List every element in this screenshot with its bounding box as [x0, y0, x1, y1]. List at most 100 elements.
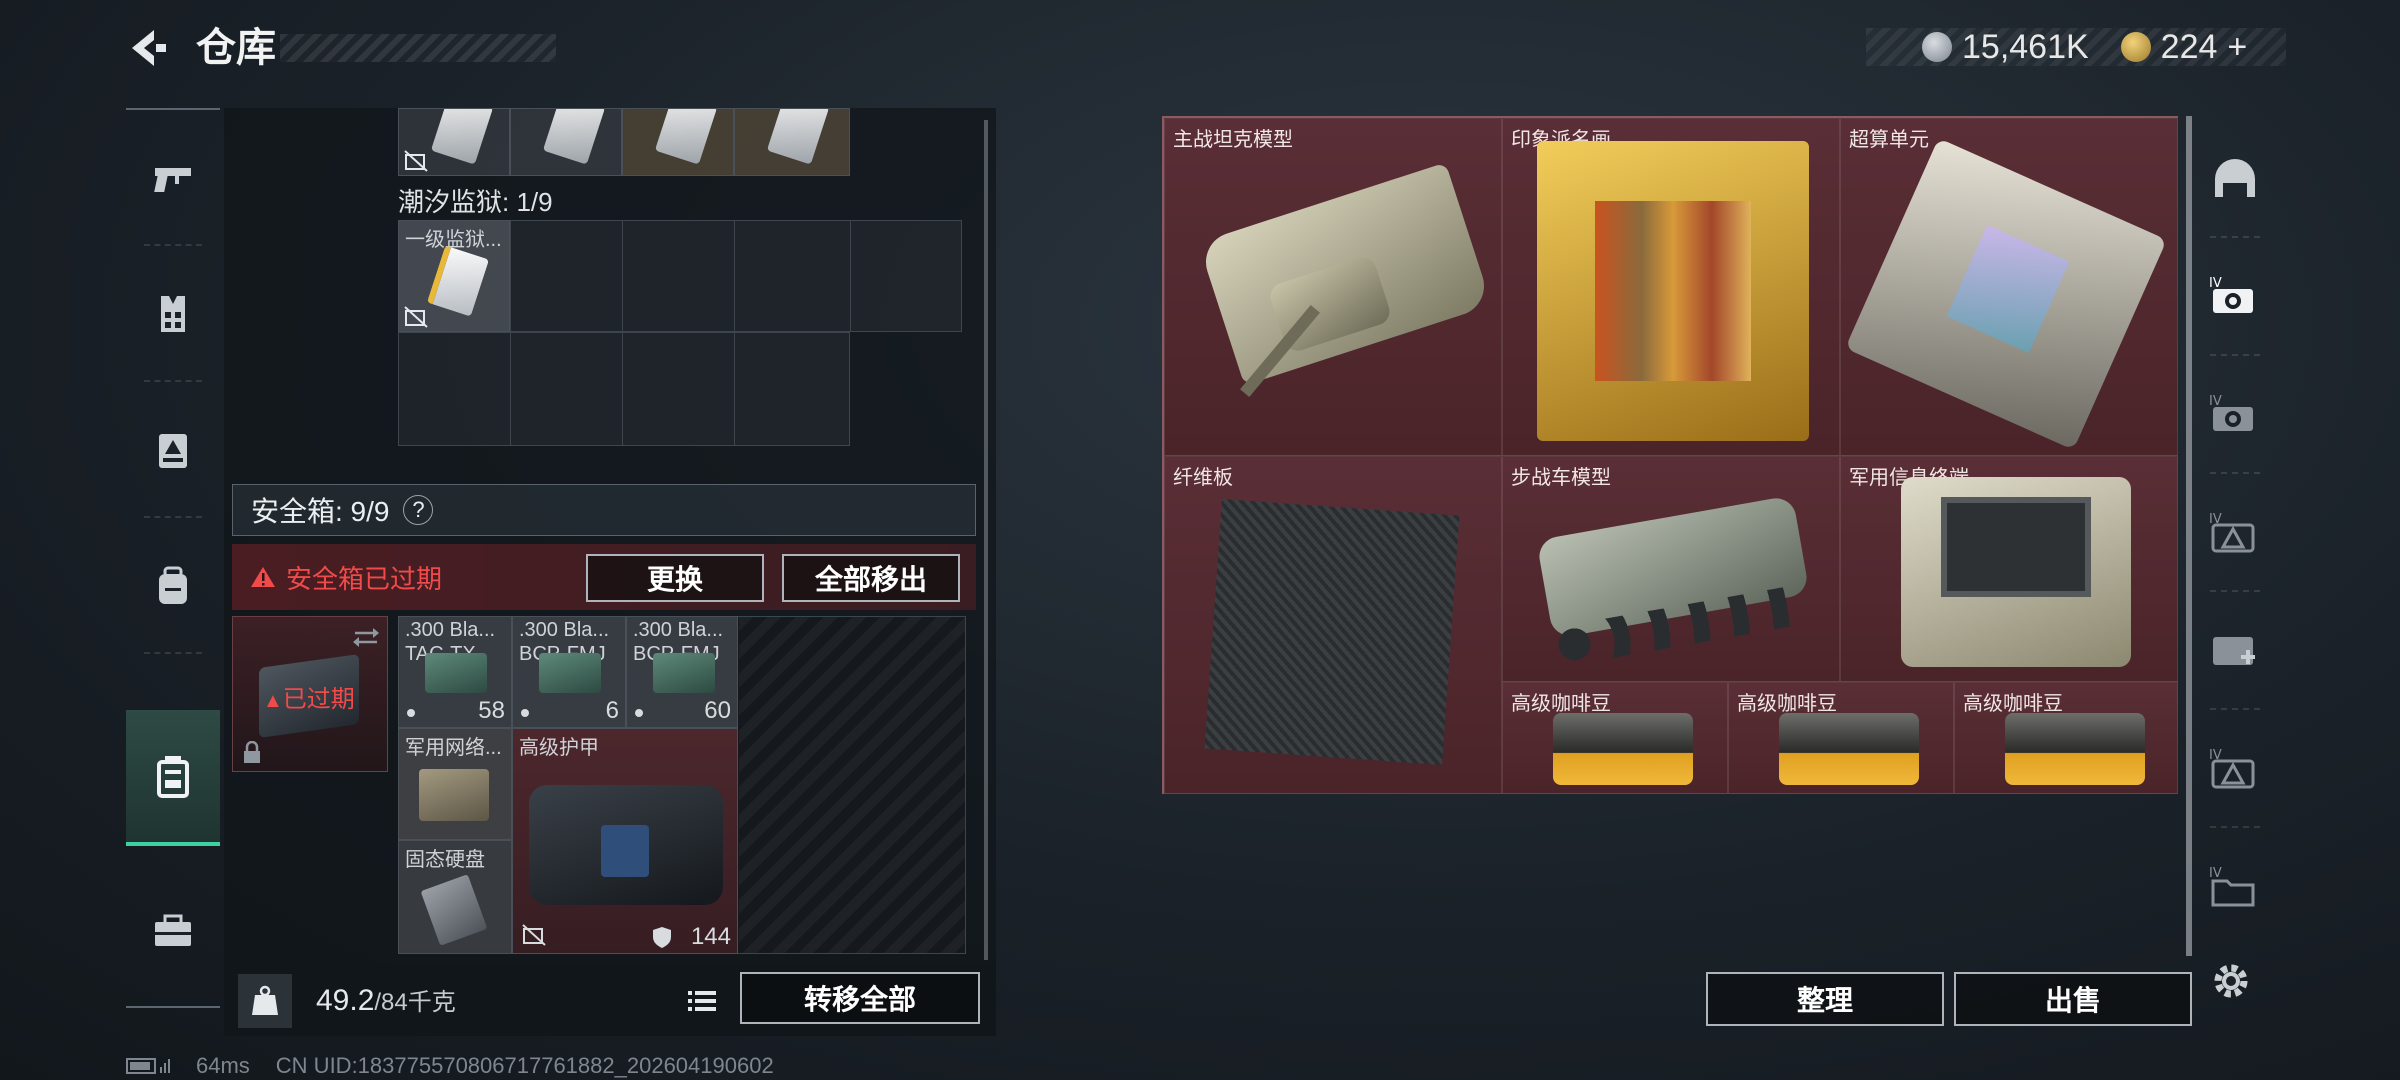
- stash-item-supercomputer-unit[interactable]: 超算单元: [1840, 118, 2178, 456]
- uid-readout: CN UID:1837755708067177618​82_2026041906…: [275, 1053, 774, 1078]
- prison-keycard-item[interactable]: 一级监狱...: [398, 220, 510, 332]
- armor-durability: 144: [690, 923, 731, 950]
- filter-tier4-optics[interactable]: IV: [2200, 238, 2270, 356]
- item-name: 主战坦克模型: [1173, 129, 1293, 151]
- keycard-item[interactable]: [622, 108, 734, 176]
- no-trade-icon: [404, 150, 428, 172]
- item-name: 高级护甲: [519, 737, 599, 759]
- filter-tier4-equipment[interactable]: IV: [2200, 474, 2270, 592]
- filter-bar: IV IV IV IV IV: [2200, 120, 2270, 960]
- list-view-button[interactable]: [678, 978, 726, 1024]
- help-button[interactable]: ?: [403, 495, 434, 525]
- keycard-image: [542, 109, 606, 165]
- keycard-item[interactable]: [398, 108, 510, 176]
- safebox-header: 安全箱: 9/9 ?: [232, 484, 976, 536]
- sell-button[interactable]: 出售: [1954, 972, 2192, 1026]
- keycard-item[interactable]: [734, 108, 850, 176]
- category-toolbox[interactable]: [126, 862, 220, 998]
- currency-bar: 15,461K 224 +: [1866, 28, 2286, 66]
- battery-signal-icon: [126, 1058, 170, 1074]
- ammo-name: .300 Bla...: [519, 619, 610, 641]
- key-container-label: 潮汐监狱: 1/9: [398, 187, 553, 217]
- ammo-count: 60: [704, 697, 731, 724]
- expired-overlay: ▲已过期: [263, 686, 355, 713]
- category-safebox[interactable]: [126, 710, 220, 846]
- ammo-count: 58: [478, 697, 505, 724]
- ammo-box-image: [653, 653, 715, 693]
- list-icon: [688, 991, 716, 1011]
- filter-tier4-collectibles[interactable]: IV: [2200, 828, 2270, 946]
- vest-icon: [161, 296, 185, 332]
- premium-amount: 224: [2160, 27, 2218, 66]
- expired-warning: 安全箱已过期: [286, 563, 443, 594]
- ammo-box-image: [425, 653, 487, 693]
- back-button[interactable]: [122, 22, 174, 74]
- no-trade-icon: [522, 924, 546, 946]
- stash-item-coffee-beans[interactable]: 高级咖啡豆: [1728, 682, 1954, 794]
- filter-medical[interactable]: [2200, 592, 2270, 710]
- ammo-box-image: [539, 653, 601, 693]
- gun-icon: [154, 168, 191, 192]
- shield-icon: [653, 927, 671, 948]
- filter-helmet[interactable]: [2200, 120, 2270, 238]
- category-backpack[interactable]: [126, 518, 220, 654]
- item-name: 纤维板: [1173, 467, 1233, 489]
- gear-icon: [2214, 964, 2248, 998]
- keycard-item[interactable]: [510, 108, 622, 176]
- item-name: 高级咖啡豆: [1963, 693, 2063, 715]
- ammo-item[interactable]: .300 Bla... BCP-FMJ 60: [626, 616, 738, 728]
- ammo-item[interactable]: .300 Bla... TAC-TX 58: [398, 616, 512, 728]
- stash-item-tank-model[interactable]: 主战坦克模型: [1164, 118, 1502, 456]
- sort-button[interactable]: 整理: [1706, 972, 1944, 1026]
- transfer-all-button[interactable]: 转移全部: [740, 972, 980, 1024]
- keycard-image: [430, 109, 494, 165]
- warning-icon: [251, 567, 275, 587]
- category-weapons[interactable]: [126, 110, 220, 246]
- item-name: 军用网络...: [405, 737, 502, 759]
- svg-text:IV: IV: [2209, 394, 2222, 409]
- category-rig[interactable]: [126, 382, 220, 518]
- svg-text:IV: IV: [2209, 276, 2222, 291]
- safebox-title: 安全箱: 9/9: [251, 496, 390, 527]
- ssd-image: [420, 874, 488, 946]
- stash-item-coffee-beans[interactable]: 高级咖啡豆: [1954, 682, 2178, 794]
- filter-tier4-misc[interactable]: IV: [2200, 710, 2270, 828]
- filter-tier4-optics-alt[interactable]: IV: [2200, 356, 2270, 474]
- ssd-item[interactable]: 固态硬盘: [398, 840, 512, 954]
- stash-item-coffee-beans[interactable]: 高级咖啡豆: [1502, 682, 1728, 794]
- coffee-bag-image: [1553, 713, 1693, 785]
- weight-readout: 49.2/84千克: [316, 984, 456, 1017]
- rig-icon: [159, 434, 187, 468]
- status-bar: 64ms CN UID:1837755708067177618​82_20260…: [126, 1052, 926, 1080]
- add-currency-button[interactable]: +: [2227, 28, 2247, 67]
- military-network-image: [419, 769, 489, 821]
- swap-icon: [353, 628, 379, 647]
- armor-item[interactable]: 高级护甲 144: [512, 728, 738, 954]
- coffee-bag-image: [1779, 713, 1919, 785]
- toolbox-icon: [155, 914, 191, 946]
- stash-item-ifv-model[interactable]: 步战车模型: [1502, 456, 1840, 682]
- backpack-icon: [159, 566, 187, 604]
- stash-item-fiberboard[interactable]: 纤维板: [1164, 456, 1502, 794]
- stash-item-impressionist-painting[interactable]: 印象派名画: [1502, 118, 1840, 456]
- item-name: 步战车模型: [1511, 467, 1611, 489]
- ammo-name: .300 Bla...: [405, 619, 496, 641]
- item-name: 固态硬盘: [405, 849, 485, 871]
- settings-button[interactable]: [2206, 956, 2256, 1006]
- player-stash-grid: 主战坦克模型 印象派名画 超算单元 纤维板 步战车模型 军用信息终端 高级咖啡豆…: [1162, 116, 2178, 794]
- category-armor[interactable]: [126, 246, 220, 382]
- remove-all-button[interactable]: 全部移出: [782, 554, 960, 602]
- tier4-folder-icon: IV: [2209, 866, 2255, 907]
- left-scrollbar[interactable]: [984, 120, 988, 960]
- painting-canvas-image: [1595, 201, 1751, 381]
- stash-scrollbar[interactable]: [2186, 116, 2192, 956]
- safebox-slot[interactable]: ▲已过期: [232, 616, 388, 772]
- stash-item-military-terminal[interactable]: 军用信息终端: [1840, 456, 2178, 682]
- replace-button[interactable]: 更换: [586, 554, 764, 602]
- keycard-image: [654, 109, 718, 165]
- page-title: 仓库: [196, 26, 276, 70]
- military-network-item[interactable]: 军用网络...: [398, 728, 512, 840]
- svg-text:IV: IV: [2209, 866, 2222, 881]
- ammo-item[interactable]: .300 Bla... BCP-FMJ 6: [512, 616, 626, 728]
- tier4-vision-icon: IV: [2209, 276, 2253, 313]
